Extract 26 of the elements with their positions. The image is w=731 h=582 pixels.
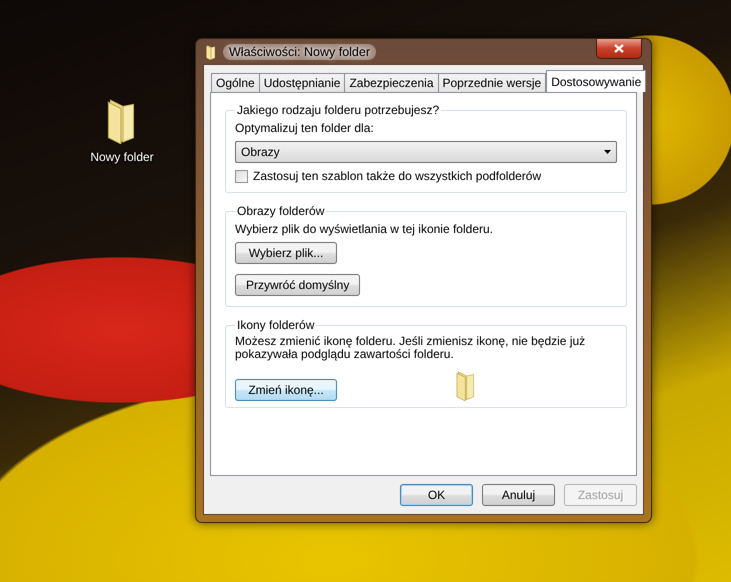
checkbox-label[interactable]: Zastosuj ten szablon także do wszystkich podfolderów [253, 169, 542, 183]
tab[interactable]: Dostosowywanie [546, 70, 646, 92]
field-label: Optymalizuj ten folder dla: [235, 121, 374, 135]
group-heading: Obrazy folderów [236, 204, 326, 218]
choose-file-button[interactable]: Wybierz plik... [235, 242, 337, 264]
change-icon-button[interactable]: Zmień ikonę... [235, 379, 337, 401]
description-text: Wybierz plik do wyświetlania w tej ikonie folderu. [235, 222, 493, 236]
desktop-icon-label[interactable]: Nowy folder [90, 150, 154, 164]
dropdown-arrow-icon [604, 150, 611, 154]
tab[interactable]: Zabezpieczenia [344, 73, 438, 92]
folder-type-dropdown[interactable]: Obrazy [235, 141, 617, 163]
dialog-button[interactable]: OK [400, 484, 473, 506]
folder-icon [455, 369, 477, 401]
close-icon [614, 44, 624, 53]
description-text: Możesz zmienić ikonę folderu. Jeśli zmienisz ikonę, nie będzie już pokazywała podglądu zawartości folderu. [235, 335, 586, 361]
group-heading: Ikony folderów [236, 318, 316, 332]
folder-icon [205, 44, 217, 60]
tab[interactable]: Ogólne [211, 73, 260, 92]
dropdown-value: Obrazy [241, 145, 280, 159]
close-button[interactable] [596, 39, 642, 59]
dialog-button[interactable]: Anuluj [482, 484, 555, 506]
checkbox[interactable] [235, 170, 248, 182]
group-heading: Jakiego rodzaju folderu potrzebujesz? [236, 103, 440, 117]
tab[interactable]: Poprzednie wersje [438, 73, 546, 92]
restore-default-button[interactable]: Przywróć domyślny [235, 274, 360, 296]
tab[interactable]: Udostępnianie [258, 73, 346, 92]
